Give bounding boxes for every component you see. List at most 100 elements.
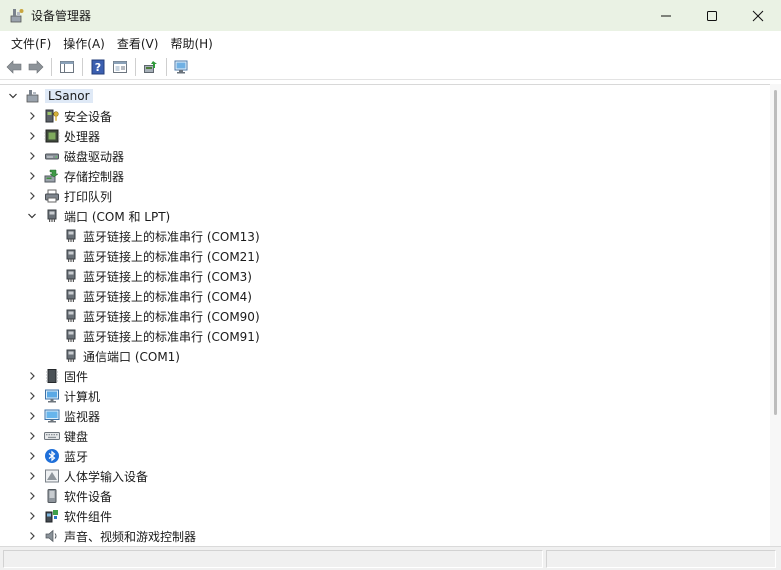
chevron-right-icon[interactable] (25, 106, 39, 126)
port-icon (44, 208, 60, 224)
scan-hardware-changes-button[interactable] (171, 56, 193, 78)
chevron-right-icon[interactable] (25, 406, 39, 426)
chevron-right-icon[interactable] (25, 446, 39, 466)
tree-category[interactable]: 存储控制器 (25, 166, 124, 186)
tree-category[interactable]: 打印队列 (25, 186, 112, 206)
tree-item-label: 端口 (COM 和 LPT) (64, 209, 171, 224)
tree-item-label: 监视器 (64, 409, 101, 424)
tree-device[interactable]: 蓝牙链接上的标准串行 (COM4) (44, 286, 252, 306)
tree-category[interactable]: 监视器 (25, 406, 100, 426)
maximize-button[interactable] (689, 0, 735, 31)
forward-button[interactable] (25, 56, 47, 78)
menu-help[interactable]: 帮助(H) (164, 35, 218, 52)
tree-item-label: 存储控制器 (64, 169, 125, 184)
tree-category[interactable]: 软件组件 (25, 506, 112, 526)
tree-root-computer[interactable]: LSanor (6, 86, 93, 106)
tree-device[interactable]: 蓝牙链接上的标准串行 (COM3) (44, 266, 252, 286)
chevron-down-icon[interactable] (25, 206, 39, 226)
tree-item-label: 键盘 (64, 429, 89, 444)
chevron-right-icon[interactable] (25, 126, 39, 146)
tree-device[interactable]: 蓝牙链接上的标准串行 (COM90) (44, 306, 260, 326)
tree-category[interactable]: 键盘 (25, 426, 88, 446)
tree-item-label: 蓝牙 (64, 449, 89, 464)
processor-icon (44, 128, 60, 144)
tree-item-label: 磁盘驱动器 (64, 149, 125, 164)
menu-action[interactable]: 操作(A) (57, 35, 111, 52)
properties-button[interactable] (109, 56, 131, 78)
chevron-right-icon[interactable] (25, 386, 39, 406)
back-arrow-icon (6, 60, 22, 74)
tree-item-label: 蓝牙链接上的标准串行 (COM3) (83, 269, 252, 284)
tree-device[interactable]: 蓝牙链接上的标准串行 (COM21) (44, 246, 260, 266)
chevron-right-icon[interactable] (25, 486, 39, 506)
title-bar[interactable]: 设备管理器 (0, 0, 781, 31)
chevron-right-icon[interactable] (25, 166, 39, 186)
tree-category[interactable]: 磁盘驱动器 (25, 146, 124, 166)
tree-device[interactable]: 蓝牙链接上的标准串行 (COM13) (44, 226, 260, 246)
monitor-icon (44, 408, 60, 424)
hid-icon (44, 468, 60, 484)
toolbar-separator (166, 58, 167, 76)
close-button[interactable] (735, 0, 781, 31)
tree-item-label: 处理器 (64, 129, 101, 144)
tree-category[interactable]: 端口 (COM 和 LPT) (25, 206, 170, 226)
bluetooth-icon (44, 448, 60, 464)
tree-item-label: 安全设备 (64, 109, 113, 124)
tree-category[interactable]: 计算机 (25, 386, 100, 406)
tree-category[interactable]: 声音、视频和游戏控制器 (25, 526, 196, 546)
tree-item-label: 计算机 (64, 389, 101, 404)
software-device-icon (44, 488, 60, 504)
tree-item-label: 蓝牙链接上的标准串行 (COM91) (83, 329, 260, 344)
minimize-icon (661, 15, 671, 16)
chevron-right-icon[interactable] (25, 146, 39, 166)
tree-item-label: 蓝牙链接上的标准串行 (COM4) (83, 289, 252, 304)
help-icon: ? (91, 59, 105, 75)
show-hide-console-tree-button[interactable] (56, 56, 78, 78)
toolbar-separator (135, 58, 136, 76)
scrollbar-thumb[interactable] (774, 90, 777, 415)
disk-drive-icon (44, 148, 60, 164)
port-icon (63, 348, 79, 364)
status-bar (0, 546, 781, 570)
help-button[interactable]: ? (87, 56, 109, 78)
maximize-icon (707, 10, 717, 21)
tree-category[interactable]: 蓝牙 (25, 446, 88, 466)
close-icon (752, 10, 764, 21)
chevron-right-icon[interactable] (25, 426, 39, 446)
console-tree-icon (60, 61, 74, 73)
device-tree[interactable]: LSanor 安全设备处理器磁盘驱动器存储控制器打印队列端口 (COM 和 LP… (0, 84, 770, 546)
tree-device[interactable]: 蓝牙链接上的标准串行 (COM91) (44, 326, 260, 346)
port-icon (63, 268, 79, 284)
chevron-right-icon[interactable] (25, 526, 39, 546)
window-title: 设备管理器 (31, 9, 92, 23)
chevron-right-icon[interactable] (25, 366, 39, 386)
tree-category[interactable]: 安全设备 (25, 106, 112, 126)
tree-item-label: 蓝牙链接上的标准串行 (COM21) (83, 249, 260, 264)
chevron-right-icon[interactable] (25, 466, 39, 486)
vertical-scrollbar[interactable] (770, 84, 781, 546)
menu-bar: 文件(F) 操作(A) 查看(V) 帮助(H) (0, 31, 781, 55)
printer-icon (44, 188, 60, 204)
status-cell-main (3, 550, 543, 568)
toolbar: ? (0, 55, 781, 80)
minimize-button[interactable] (643, 0, 689, 31)
chevron-down-icon[interactable] (6, 86, 20, 106)
chevron-right-icon[interactable] (25, 186, 39, 206)
tree-item-label: 软件设备 (64, 489, 113, 504)
menu-view[interactable]: 查看(V) (111, 35, 165, 52)
tree-category[interactable]: 处理器 (25, 126, 100, 146)
menu-file[interactable]: 文件(F) (5, 35, 57, 52)
update-driver-button[interactable] (140, 56, 162, 78)
security-device-icon (44, 108, 60, 124)
device-manager-app-icon (9, 7, 25, 23)
back-button[interactable] (3, 56, 25, 78)
chevron-right-icon[interactable] (25, 506, 39, 526)
tree-device[interactable]: 通信端口 (COM1) (44, 346, 180, 366)
tree-category[interactable]: 人体学输入设备 (25, 466, 148, 486)
port-icon (63, 248, 79, 264)
tree-category[interactable]: 固件 (25, 366, 88, 386)
tree-category[interactable]: 软件设备 (25, 486, 112, 506)
